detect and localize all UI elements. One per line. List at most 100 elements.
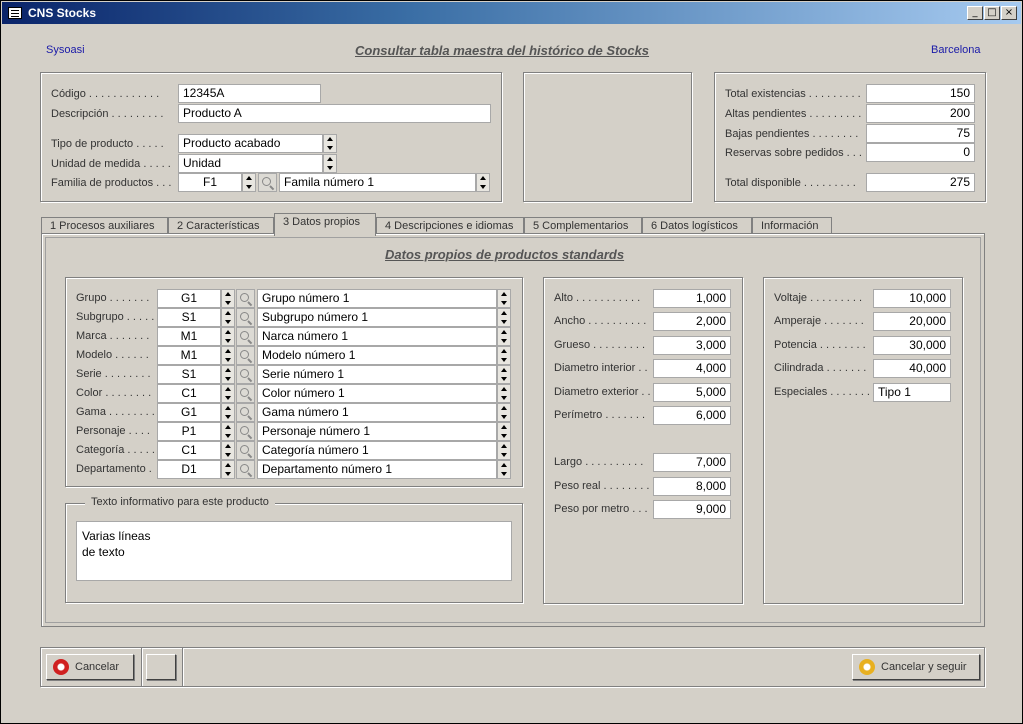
electrical-field[interactable]: 20,000: [873, 312, 951, 331]
classification-code-field[interactable]: S1: [157, 365, 221, 384]
classification-name-spinner[interactable]: [497, 346, 511, 365]
main-window: CNS Stocks _ □ × Sysoasi Consultar tabla…: [0, 0, 1023, 724]
electrical-field[interactable]: 40,000: [873, 359, 951, 378]
blank-button[interactable]: [146, 654, 176, 680]
classification-code-field[interactable]: S1: [157, 308, 221, 327]
classification-search-icon[interactable]: [236, 308, 255, 327]
unidad-spinner[interactable]: [323, 154, 337, 173]
classification-search-icon[interactable]: [236, 346, 255, 365]
classification-search-icon[interactable]: [236, 460, 255, 479]
classification-code-field[interactable]: C1: [157, 441, 221, 460]
classification-name-field[interactable]: Modelo número 1: [257, 346, 497, 365]
disponible-field[interactable]: 275: [866, 173, 975, 192]
classification-code-field[interactable]: G1: [157, 289, 221, 308]
familia-code-field[interactable]: F1: [178, 173, 242, 192]
classification-code-spinner[interactable]: [221, 308, 235, 327]
classification-name-field[interactable]: Departamento número 1: [257, 460, 497, 479]
unidad-field[interactable]: Unidad: [178, 154, 323, 173]
classification-search-icon[interactable]: [236, 327, 255, 346]
app-icon[interactable]: [8, 7, 22, 19]
electrical-label: Potencia . . . . . . . .: [774, 339, 866, 351]
classification-group: Grupo . . . . . . . G1 Grupo número 1 Subgr…: [65, 277, 523, 487]
classification-code-spinner[interactable]: [221, 365, 235, 384]
altas-field[interactable]: 200: [866, 104, 975, 123]
tab-panel: Datos propios de productos standards Gru…: [41, 233, 985, 627]
electrical-field[interactable]: 30,000: [873, 336, 951, 355]
classification-name-spinner[interactable]: [497, 422, 511, 441]
classification-name-spinner[interactable]: [497, 441, 511, 460]
classification-code-spinner[interactable]: [221, 289, 235, 308]
classification-name-spinner[interactable]: [497, 403, 511, 422]
dimensions-group: Alto . . . . . . . . . . . 1,000 Ancho . .…: [543, 277, 743, 604]
cancel-button-label: Cancelar: [75, 661, 120, 673]
classification-name-spinner[interactable]: [497, 327, 511, 346]
classification-code-field[interactable]: M1: [157, 346, 221, 365]
classification-search-icon[interactable]: [236, 365, 255, 384]
minimize-button[interactable]: _: [967, 6, 983, 20]
classification-code-spinner[interactable]: [221, 441, 235, 460]
maximize-button[interactable]: □: [984, 6, 1000, 20]
classification-name-field[interactable]: Color número 1: [257, 384, 497, 403]
reservas-field[interactable]: 0: [866, 143, 975, 162]
classification-code-field[interactable]: P1: [157, 422, 221, 441]
classification-name-spinner[interactable]: [497, 289, 511, 308]
classification-code-spinner[interactable]: [221, 403, 235, 422]
classification-name-field[interactable]: Grupo número 1: [257, 289, 497, 308]
familia-search-icon[interactable]: [258, 173, 277, 192]
classification-code-spinner[interactable]: [221, 384, 235, 403]
dimension-field[interactable]: 7,000: [653, 453, 731, 472]
tipo-spinner[interactable]: [323, 134, 337, 153]
classification-name-spinner[interactable]: [497, 308, 511, 327]
classification-name-field[interactable]: Personaje número 1: [257, 422, 497, 441]
dimension-field[interactable]: 4,000: [653, 359, 731, 378]
dimension-field[interactable]: 9,000: [653, 500, 731, 519]
classification-code-field[interactable]: C1: [157, 384, 221, 403]
especiales-field[interactable]: Tipo 1: [873, 383, 951, 402]
familia-name-spinner[interactable]: [476, 173, 490, 192]
classification-search-icon[interactable]: [236, 441, 255, 460]
classification-name-field[interactable]: Narca número 1: [257, 327, 497, 346]
title-bar[interactable]: CNS Stocks _ □ ×: [2, 2, 1021, 24]
classification-code-spinner[interactable]: [221, 346, 235, 365]
classification-name-spinner[interactable]: [497, 365, 511, 384]
classification-code-spinner[interactable]: [221, 460, 235, 479]
classification-code-field[interactable]: M1: [157, 327, 221, 346]
classification-code-spinner[interactable]: [221, 327, 235, 346]
dimension-field[interactable]: 1,000: [653, 289, 731, 308]
dimension-field[interactable]: 8,000: [653, 477, 731, 496]
classification-search-icon[interactable]: [236, 289, 255, 308]
classification-name-spinner[interactable]: [497, 384, 511, 403]
classification-code-spinner[interactable]: [221, 422, 235, 441]
electrical-label: Cilindrada . . . . . . .: [774, 362, 867, 374]
descripcion-field[interactable]: Producto A: [178, 104, 491, 123]
classification-search-icon[interactable]: [236, 403, 255, 422]
cancel-button[interactable]: Cancelar: [46, 654, 134, 680]
classification-name-field[interactable]: Serie número 1: [257, 365, 497, 384]
electrical-field[interactable]: 10,000: [873, 289, 951, 308]
classification-code-field[interactable]: G1: [157, 403, 221, 422]
classification-search-icon[interactable]: [236, 384, 255, 403]
familia-spinner[interactable]: [242, 173, 256, 192]
bajas-field[interactable]: 75: [866, 124, 975, 143]
electrical-label: Voltaje . . . . . . . . .: [774, 292, 863, 304]
classification-name-spinner[interactable]: [497, 460, 511, 479]
classification-code-field[interactable]: D1: [157, 460, 221, 479]
codigo-field[interactable]: 12345A: [178, 84, 321, 103]
dimension-field[interactable]: 2,000: [653, 312, 731, 331]
dimension-field[interactable]: 6,000: [653, 406, 731, 425]
familia-name-field[interactable]: Famila número 1: [279, 173, 476, 192]
info-textarea[interactable]: Varias líneas de texto: [76, 521, 512, 581]
dimension-field[interactable]: 3,000: [653, 336, 731, 355]
close-button[interactable]: ×: [1001, 6, 1017, 20]
classification-name-field[interactable]: Categoría número 1: [257, 441, 497, 460]
classification-name-field[interactable]: Subgrupo número 1: [257, 308, 497, 327]
electrical-label: Especiales . . . . . . .: [774, 386, 870, 398]
dimension-field[interactable]: 5,000: [653, 383, 731, 402]
cancel-continue-button[interactable]: Cancelar y seguir: [852, 654, 980, 680]
existencias-field[interactable]: 150: [866, 84, 975, 103]
tipo-label: Tipo de producto . . . . .: [51, 138, 164, 150]
tipo-field[interactable]: Producto acabado: [178, 134, 323, 153]
tab-datos-propios[interactable]: 3 Datos propios: [274, 213, 376, 236]
classification-search-icon[interactable]: [236, 422, 255, 441]
classification-name-field[interactable]: Gama número 1: [257, 403, 497, 422]
